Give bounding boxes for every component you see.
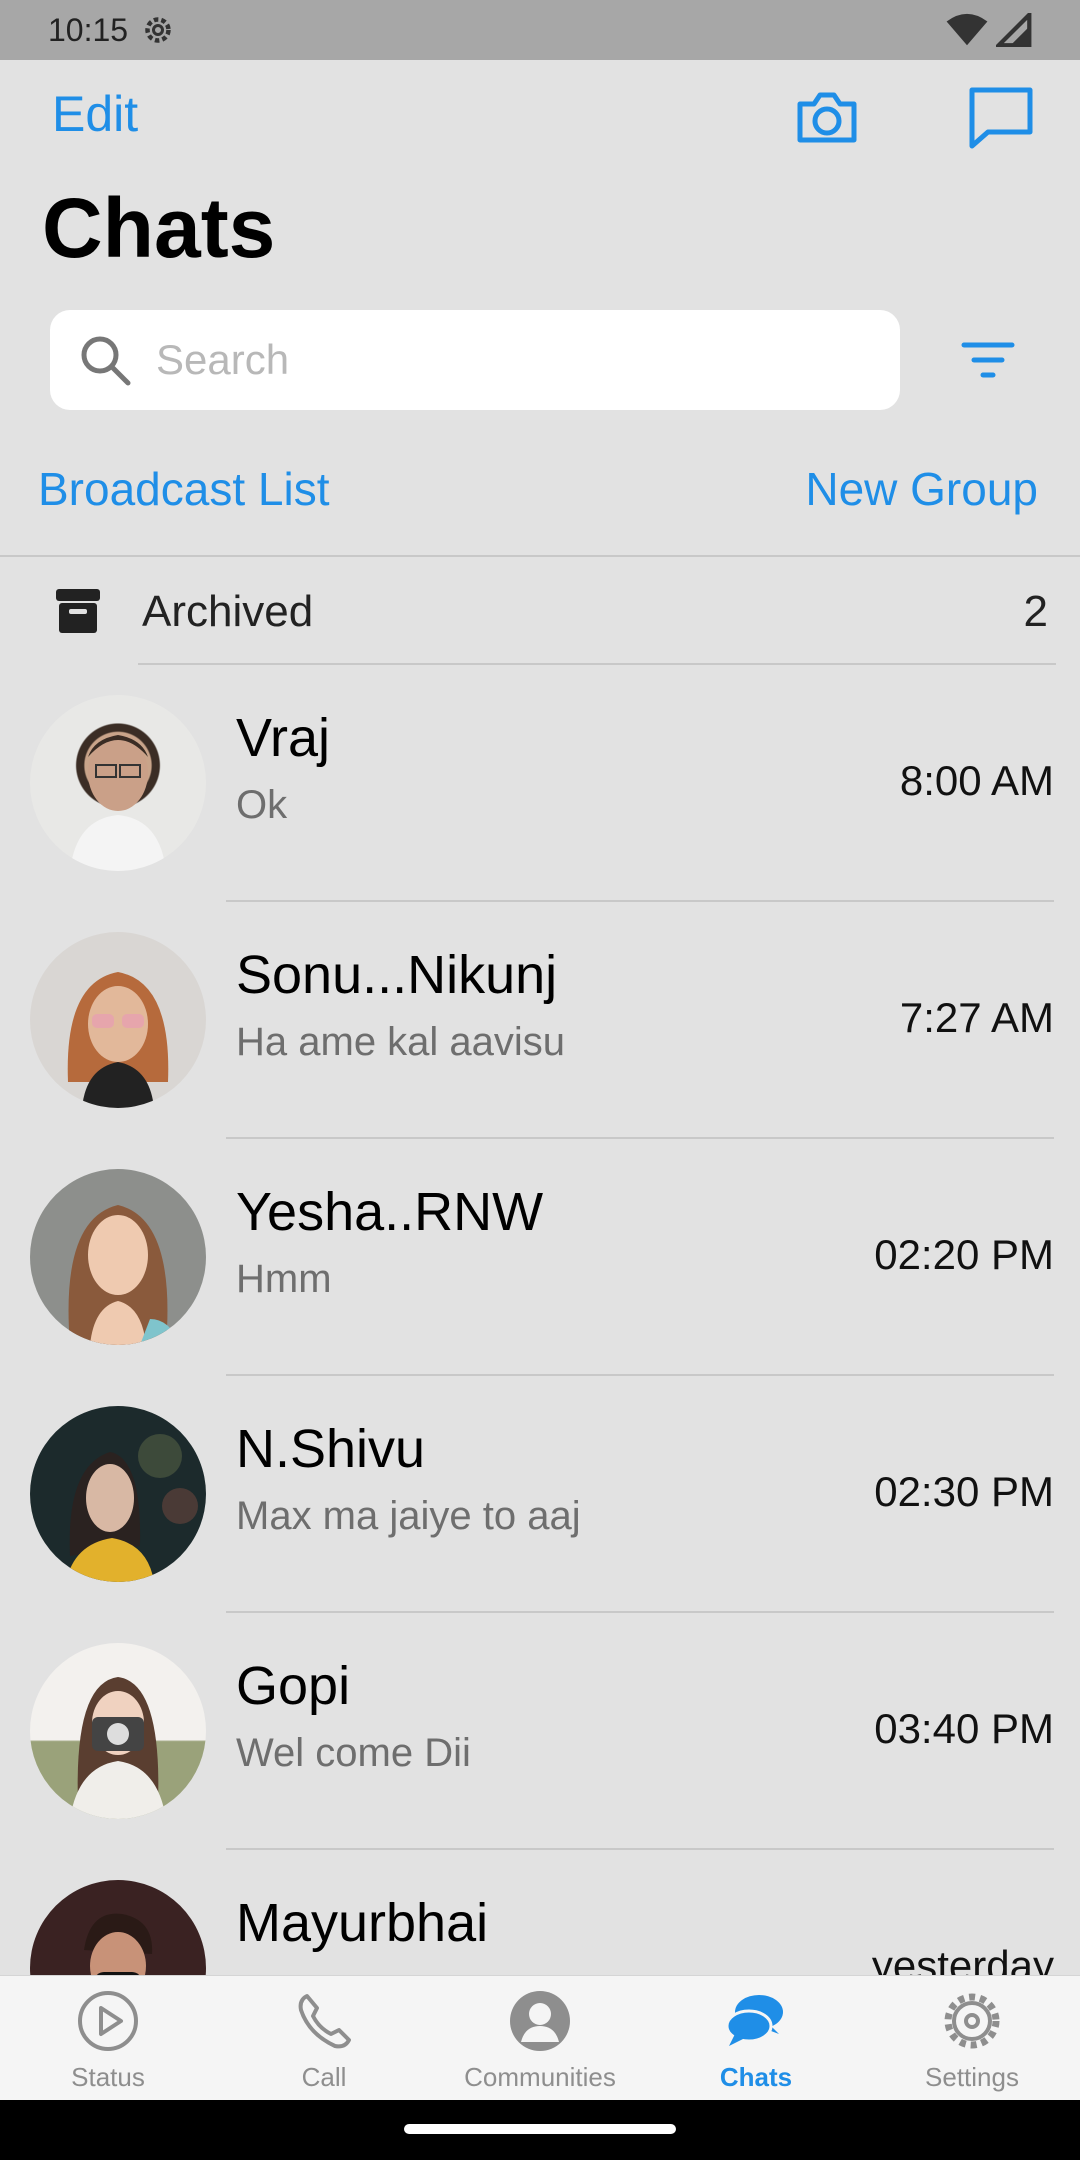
avatar (30, 932, 206, 1108)
chat-name: Sonu...Nikunj (236, 945, 558, 1005)
tab-settings[interactable]: Settings (864, 1976, 1080, 2100)
filter-icon (961, 342, 1015, 378)
tab-label: Status (71, 2062, 145, 2092)
phone-icon (298, 1994, 351, 2049)
chat-name: Mayurbhai (236, 1893, 489, 1953)
avatar-figure (68, 1205, 180, 1345)
chat-last-message: Max ma jaiye to aaj (236, 1494, 581, 1538)
tab-call[interactable]: Call (216, 1976, 432, 2100)
chat-time: yesterday (871, 1942, 1054, 1975)
chat-time: 02:30 PM (874, 1468, 1054, 1515)
person-circle-icon (510, 1991, 570, 2051)
filter-button[interactable] (958, 335, 1018, 385)
archive-icon (56, 589, 100, 633)
chat-time: 03:40 PM (874, 1705, 1054, 1752)
chat-name: Gopi (236, 1656, 351, 1716)
chat-list: Vraj Ok 8:00 AM Sonu...Nikunj Ha ame kal… (0, 665, 1080, 1975)
top-bar: Edit (0, 60, 1080, 170)
archived-count: 2 (1023, 587, 1048, 636)
chat-row-n-shivu[interactable]: N.Shivu Max ma jaiye to aaj 02:30 PM (0, 1376, 1080, 1613)
avatar (30, 1169, 206, 1345)
avatar-figure (70, 1677, 166, 1819)
play-circle-icon (78, 1991, 138, 2051)
chat-time: 02:20 PM (874, 1231, 1054, 1278)
tab-communities[interactable]: Communities (432, 1976, 648, 2100)
archived-row[interactable]: Archived 2 (0, 557, 1080, 665)
avatar (30, 1880, 206, 1975)
camera-icon (797, 92, 857, 143)
gear-icon (944, 1993, 1000, 2049)
avatar-figure (66, 1434, 198, 1582)
chat-last-message: Ha ame kal aavisu (236, 1020, 566, 1064)
home-gesture-handle[interactable] (404, 2124, 676, 2134)
search-icon (81, 336, 131, 386)
tab-status[interactable]: Status (0, 1976, 216, 2100)
chat-row-yesha-rnw[interactable]: Yesha..RNW Hmm 02:20 PM (0, 1139, 1080, 1376)
status-bar: 10:15 (0, 0, 1080, 60)
avatar-figure (84, 1913, 153, 1975)
search-bar[interactable] (50, 310, 900, 410)
signal-icon (996, 13, 1032, 47)
wifi-icon (946, 13, 988, 46)
new-chat-button[interactable] (966, 82, 1036, 152)
tab-label: Settings (925, 2062, 1019, 2092)
chat-row-gopi[interactable]: Gopi Wel come Dii 03:40 PM (0, 1613, 1080, 1850)
tab-label: Communities (464, 2062, 616, 2092)
avatar (30, 1406, 206, 1582)
tab-label: Chats (719, 2062, 793, 2092)
chat-last-message: Ok (236, 783, 288, 827)
system-nav-bar (0, 2100, 1080, 2160)
avatar (30, 695, 206, 871)
camera-button[interactable] (792, 82, 862, 152)
status-time: 10:15 (48, 11, 129, 48)
page-title: Chats (42, 181, 276, 275)
chat-bubbles-icon (725, 1995, 783, 2046)
chat-time: 7:27 AM (899, 994, 1054, 1041)
tab-chats[interactable]: Chats (648, 1976, 864, 2100)
chat-time: 8:00 AM (899, 757, 1054, 804)
chat-row-sonu-nikunj[interactable]: Sonu...Nikunj Ha ame kal aavisu 7:27 AM (0, 902, 1080, 1139)
chat-name: N.Shivu (236, 1419, 426, 1479)
archived-label: Archived (142, 587, 314, 636)
chat-name: Yesha..RNW (236, 1182, 544, 1242)
tab-bar: Status Call Communities Chats Settings (0, 1975, 1080, 2100)
chat-last-message: Wel come Dii (236, 1731, 471, 1775)
chat-row-vraj[interactable]: Vraj Ok 8:00 AM (0, 665, 1080, 902)
new-group-link[interactable]: New Group (805, 462, 1038, 516)
search-input[interactable] (156, 336, 876, 384)
chat-bubble-icon (969, 87, 1033, 149)
avatar (30, 1643, 206, 1819)
avatar-figure (67, 972, 169, 1108)
settings-status-icon (145, 17, 171, 43)
edit-button[interactable]: Edit (52, 85, 138, 143)
broadcast-list-link[interactable]: Broadcast List (38, 462, 329, 516)
chat-last-message: Hmm (236, 1257, 332, 1301)
chat-row-mayurbhai[interactable]: Mayurbhai yesterday (0, 1850, 1080, 1975)
avatar-figure (70, 735, 166, 871)
tab-label: Call (301, 2062, 347, 2092)
chat-name: Vraj (236, 708, 331, 768)
